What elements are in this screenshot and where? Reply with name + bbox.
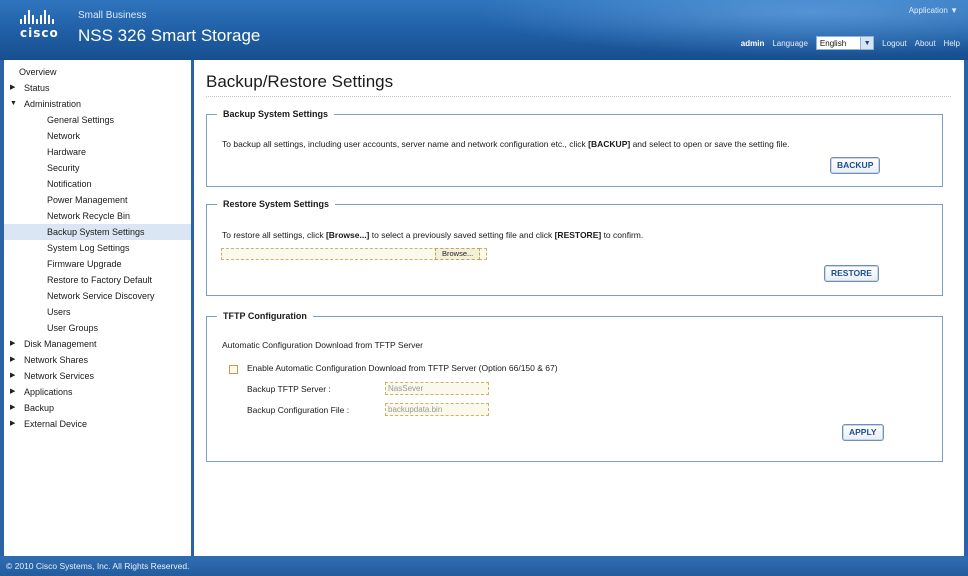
tftp-server-label: Backup TFTP Server : (247, 384, 331, 394)
triangle-down-icon: ▼ (10, 100, 17, 107)
sidebar-item-label: System Log Settings (47, 243, 130, 253)
sidebar-item-label: Applications (24, 387, 73, 397)
cisco-wordmark: cisco (20, 26, 59, 40)
sidebar-item-network-service-discovery[interactable]: Network Service Discovery (4, 288, 191, 304)
page-title: Backup/Restore Settings (206, 72, 394, 91)
browse-button[interactable]: Browse... (435, 248, 481, 260)
sidebar-item-system-log-settings[interactable]: System Log Settings (4, 240, 191, 256)
tftp-server-input[interactable]: NasSever (385, 382, 489, 395)
triangle-right-icon: ▶ (10, 340, 16, 347)
main-content: Backup/Restore Settings Backup System Se… (194, 60, 964, 556)
chevron-down-icon: ▼ (860, 37, 874, 49)
sidebar-item-power-management[interactable]: Power Management (4, 192, 191, 208)
triangle-right-icon: ▶ (10, 404, 16, 411)
language-select[interactable]: English ▼ (815, 36, 875, 50)
sidebar-item-label: Backup System Settings (47, 227, 145, 237)
current-user: admin (740, 38, 765, 48)
sidebar-item-label: Users (47, 307, 71, 317)
product-title: NSS 326 Smart Storage (78, 26, 261, 45)
sidebar-item-applications[interactable]: ▶ Applications (4, 384, 191, 400)
backup-button[interactable]: BACKUP (830, 157, 881, 174)
sidebar-item-label: Network Services (24, 371, 95, 381)
sidebar-item-label: Firmware Upgrade (47, 259, 122, 269)
config-file-input[interactable]: backupdata.bin (385, 403, 489, 416)
sidebar-item-label: Notification (47, 179, 92, 189)
sidebar-item-label: Backup (24, 403, 55, 413)
cisco-logo: cisco (20, 10, 59, 40)
sidebar-item-label: User Groups (47, 323, 99, 333)
help-link[interactable]: Help (944, 39, 960, 48)
restore-legend: Restore System Settings (223, 199, 330, 209)
sidebar-item-general-settings[interactable]: General Settings (4, 112, 191, 128)
sidebar-item-label: Overview (19, 67, 57, 77)
enable-tftp-label: Enable Automatic Configuration Download … (247, 363, 558, 373)
restore-button[interactable]: RESTORE (824, 265, 879, 282)
sidebar-item-user-groups[interactable]: User Groups (4, 320, 191, 336)
sidebar-item-backup[interactable]: ▶ Backup (4, 400, 191, 416)
sidebar-item-label: External Device (24, 419, 88, 429)
sidebar-item-status[interactable]: ▶ Status (4, 80, 191, 96)
sidebar-item-label: Disk Management (24, 339, 97, 349)
footer: © 2010 Cisco Systems, Inc. All Rights Re… (0, 556, 968, 576)
cisco-bars-icon (20, 10, 59, 24)
sidebar-item-firmware-upgrade[interactable]: Firmware Upgrade (4, 256, 191, 272)
sidebar-item-label: Status (24, 83, 50, 93)
enable-tftp-checkbox[interactable] (229, 365, 238, 374)
backup-legend: Backup System Settings (223, 109, 329, 119)
restore-section: Restore System Settings To restore all s… (206, 199, 943, 296)
top-toolbar: admin Language English ▼ Logout About He… (741, 36, 960, 50)
triangle-right-icon: ▶ (10, 372, 16, 379)
triangle-right-icon: ▶ (10, 356, 16, 363)
application-menu[interactable]: Application ▼ (909, 6, 958, 15)
restore-description: To restore all settings, click [Browse..… (222, 230, 644, 240)
sidebar-item-users[interactable]: Users (4, 304, 191, 320)
header-bar: cisco Small Business NSS 326 Smart Stora… (0, 0, 968, 60)
config-file-label: Backup Configuration File : (247, 405, 350, 415)
sidebar-item-label: General Settings (47, 115, 115, 125)
sidebar-item-network-services[interactable]: ▶ Network Services (4, 368, 191, 384)
logout-link[interactable]: Logout (882, 39, 906, 48)
sidebar-item-label: Administration (24, 99, 82, 109)
sidebar-item-label: Hardware (47, 147, 87, 157)
tftp-section: TFTP Configuration Automatic Configurati… (206, 311, 943, 462)
sidebar-item-label: Power Management (47, 195, 128, 205)
sidebar-item-external-device[interactable]: ▶ External Device (4, 416, 191, 432)
about-link[interactable]: About (915, 39, 936, 48)
sidebar-item-backup-system-settings[interactable]: Backup System Settings (4, 224, 191, 240)
sidebar-item-label: Network Recycle Bin (47, 211, 131, 221)
sidebar-item-network[interactable]: Network (4, 128, 191, 144)
small-business-label: Small Business (78, 10, 147, 21)
tftp-legend: TFTP Configuration (223, 311, 307, 321)
sidebar-item-network-recycle-bin[interactable]: Network Recycle Bin (4, 208, 191, 224)
backup-section: Backup System Settings To backup all set… (206, 109, 943, 187)
apply-button[interactable]: APPLY (842, 424, 884, 441)
sidebar-nav: Overview ▶ Status ▼ Administration General Se… (4, 60, 191, 556)
sidebar-item-notification[interactable]: Notification (4, 176, 191, 192)
tftp-description: Automatic Configuration Download from TF… (222, 340, 423, 350)
sidebar-item-disk-management[interactable]: ▶ Disk Management (4, 336, 191, 352)
sidebar-item-label: Restore to Factory Default (47, 275, 153, 285)
sidebar-item-label: Security (47, 163, 80, 173)
sidebar-item-security[interactable]: Security (4, 160, 191, 176)
language-label: Language (772, 38, 808, 48)
sidebar-item-restore-to-factory-default[interactable]: Restore to Factory Default (4, 272, 191, 288)
triangle-right-icon: ▶ (10, 388, 16, 395)
backup-description: To backup all settings, including user a… (222, 139, 790, 149)
sidebar-item-label: Network Shares (24, 355, 89, 365)
triangle-right-icon: ▶ (10, 84, 16, 91)
sidebar-item-label: Network Service Discovery (47, 291, 155, 301)
sidebar-item-label: Network (47, 131, 81, 141)
language-value: English (819, 38, 847, 48)
title-divider (206, 96, 951, 97)
sidebar-item-network-shares[interactable]: ▶ Network Shares (4, 352, 191, 368)
sidebar-item-administration[interactable]: ▼ Administration (4, 96, 191, 112)
sidebar-item-overview[interactable]: Overview (4, 64, 191, 80)
triangle-right-icon: ▶ (10, 420, 16, 427)
sidebar-item-hardware[interactable]: Hardware (4, 144, 191, 160)
